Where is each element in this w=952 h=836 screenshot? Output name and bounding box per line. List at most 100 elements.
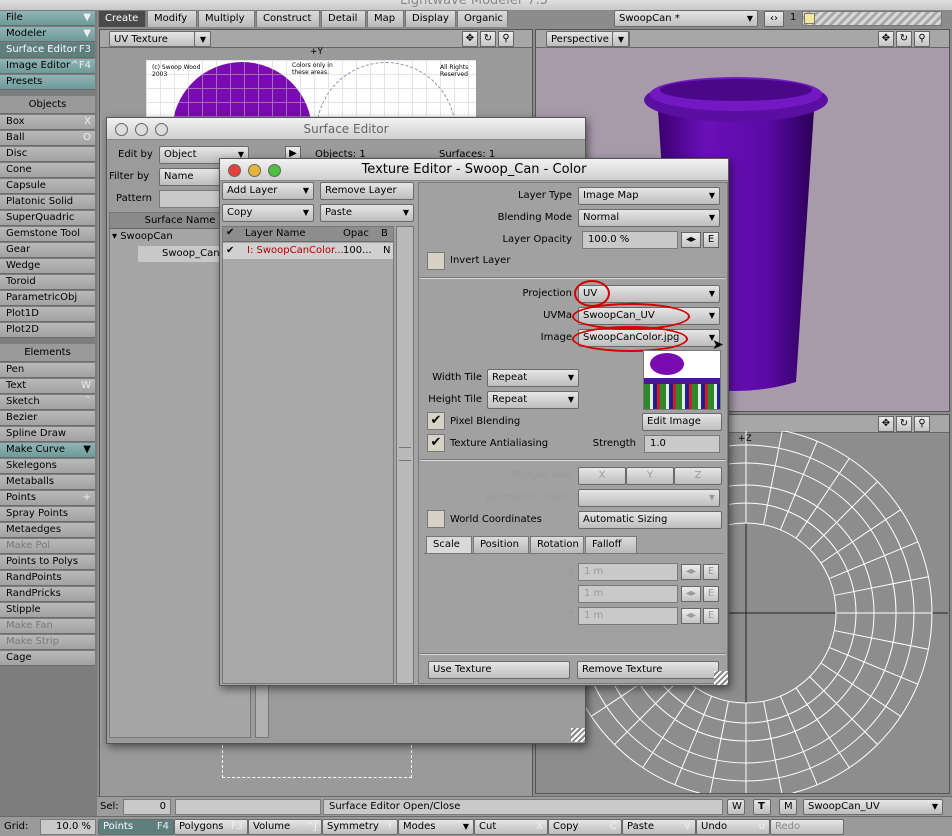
subtab-rotation[interactable]: Rotation — [530, 536, 584, 553]
tool-gemstone-tool[interactable]: Gemstone Tool — [0, 227, 95, 242]
tool-skelegons[interactable]: Skelegons — [0, 459, 95, 474]
tool-superquadric[interactable]: SuperQuadric — [0, 211, 95, 226]
scale-y-input[interactable]: 1 m — [578, 585, 678, 603]
file-menu[interactable]: File ▼ — [0, 11, 95, 26]
tool-randpricks[interactable]: RandPricks — [0, 587, 95, 602]
invert-layer-checkbox[interactable] — [427, 252, 445, 270]
morph-map-button[interactable]: M — [779, 799, 797, 815]
envelope-button[interactable]: E — [703, 564, 719, 580]
minimize-icon[interactable] — [135, 123, 148, 136]
paste-button[interactable]: Paste — [320, 204, 414, 222]
tool-metaedges[interactable]: Metaedges — [0, 523, 95, 538]
close-icon[interactable] — [115, 123, 128, 136]
tab-multiply[interactable]: Multiply — [198, 10, 255, 27]
minimize-icon[interactable] — [248, 164, 261, 177]
resize-grip-icon[interactable] — [714, 671, 728, 685]
resize-grip-icon[interactable] — [571, 728, 585, 742]
tool-make-pol[interactable]: Make Pol — [0, 539, 95, 554]
bottom-cut-button[interactable]: Cut X — [474, 819, 548, 835]
tool-ball[interactable]: Ball O — [0, 131, 95, 146]
tool-metaballs[interactable]: Metaballs — [0, 475, 95, 490]
copy-button[interactable]: Copy — [222, 204, 314, 222]
layer-enabled-icon[interactable]: ✔ — [226, 243, 234, 259]
vertex-map-select[interactable]: SwoopCan_UV — [803, 799, 943, 815]
tool-spline-draw[interactable]: Spline Draw — [0, 427, 95, 442]
tab-display[interactable]: Display — [405, 10, 456, 27]
layer-list-scrollbar[interactable] — [396, 226, 414, 684]
remove-texture-button[interactable]: Remove Texture — [577, 661, 719, 679]
rotate-view-icon[interactable]: ↻ — [896, 416, 912, 432]
layer-bank[interactable] — [802, 11, 942, 26]
tool-spray-points[interactable]: Spray Points — [0, 507, 95, 522]
tool-pen[interactable]: Pen — [0, 363, 95, 378]
width-tile-select[interactable]: Repeat — [487, 369, 579, 387]
tool-points-to-polys[interactable]: Points to Polys — [0, 555, 95, 570]
texture-antialiasing-checkbox[interactable]: ✔ — [427, 434, 445, 452]
axis-y-button[interactable]: Y — [626, 467, 674, 485]
envelope-button[interactable]: E — [703, 608, 719, 624]
slider-arrows-icon[interactable]: ◂▸ — [681, 586, 701, 602]
texture-editor-titlebar[interactable]: Texture Editor - Swoop_Can - Color — [220, 159, 728, 181]
tool-make-curve[interactable]: Make Curve ▼ — [0, 443, 95, 458]
automatic-sizing-button[interactable]: Automatic Sizing — [578, 511, 722, 529]
surface-editor-button[interactable]: Surface Editor F3 — [0, 43, 95, 58]
tool-bezier[interactable]: Bezier — [0, 411, 95, 426]
height-tile-select[interactable]: Repeat — [487, 391, 579, 409]
add-layer-button[interactable]: Add Layer — [222, 182, 314, 200]
bottom-points-button[interactable]: Points F4 — [98, 819, 174, 835]
zoom-icon[interactable] — [268, 164, 281, 177]
prev-next-layer-icon[interactable]: ‹› — [764, 11, 784, 27]
edit-image-button[interactable]: Edit Image — [642, 413, 722, 431]
tool-points[interactable]: Points + — [0, 491, 95, 506]
layer-opacity-input[interactable]: 100.0 % — [582, 231, 678, 249]
object-selector[interactable]: SwoopCan * — [614, 10, 758, 27]
subtab-scale[interactable]: Scale — [426, 536, 472, 553]
envelope-button[interactable]: E — [703, 232, 719, 248]
reference-object-select[interactable] — [578, 489, 720, 507]
tab-map[interactable]: Map — [367, 10, 404, 27]
bottom-paste-button[interactable]: Paste V — [622, 819, 696, 835]
subtab-falloff[interactable]: Falloff — [585, 536, 637, 553]
slider-arrows-icon[interactable]: ◂▸ — [681, 564, 701, 580]
tree-root-item[interactable]: ▾ SwoopCan — [112, 229, 173, 245]
surface-editor-titlebar[interactable]: Surface Editor — [107, 118, 585, 140]
tool-sketch[interactable]: Sketch ` — [0, 395, 95, 410]
use-texture-button[interactable]: Use Texture — [428, 661, 570, 679]
bottom-modes-button[interactable]: Modes — [398, 819, 474, 835]
bottom-volume-button[interactable]: Volume ^J — [248, 819, 322, 835]
tool-make-fan[interactable]: Make Fan — [0, 619, 95, 634]
perspective-view-options[interactable] — [612, 31, 629, 47]
envelope-button[interactable]: E — [703, 586, 719, 602]
tab-modify[interactable]: Modify — [147, 10, 197, 27]
tool-cage[interactable]: Cage — [0, 651, 95, 666]
move-view-icon[interactable]: ✥ — [462, 31, 478, 47]
move-view-icon[interactable]: ✥ — [878, 31, 894, 47]
move-view-icon[interactable]: ✥ — [878, 416, 894, 432]
image-editor-button[interactable]: Image Editor ^F4 — [0, 59, 95, 74]
zoom-view-icon[interactable]: ⚲ — [498, 31, 514, 47]
tool-cone[interactable]: Cone — [0, 163, 95, 178]
tool-capsule[interactable]: Capsule — [0, 179, 95, 194]
tool-wedge[interactable]: Wedge — [0, 259, 95, 274]
tab-detail[interactable]: Detail — [321, 10, 366, 27]
tab-create[interactable]: Create — [98, 10, 146, 27]
tool-toroid[interactable]: Toroid — [0, 275, 95, 290]
scale-x-input[interactable]: 1 m — [578, 563, 678, 581]
close-icon[interactable] — [228, 164, 241, 177]
zoom-icon[interactable] — [155, 123, 168, 136]
texture-map-button[interactable]: T — [753, 799, 771, 815]
rotate-view-icon[interactable]: ↻ — [896, 31, 912, 47]
tool-box[interactable]: Box X — [0, 115, 95, 130]
tool-platonic-solid[interactable]: Platonic Solid — [0, 195, 95, 210]
zoom-view-icon[interactable]: ⚲ — [914, 416, 930, 432]
world-coordinates-checkbox[interactable] — [427, 510, 445, 528]
tool-parametricobj[interactable]: ParametricObj — [0, 291, 95, 306]
uv-view-options[interactable] — [194, 31, 211, 47]
tool-stipple[interactable]: Stipple — [0, 603, 95, 618]
bottom-undo-button[interactable]: Undo u — [696, 819, 770, 835]
rotate-view-icon[interactable]: ↻ — [480, 31, 496, 47]
tool-randpoints[interactable]: RandPoints — [0, 571, 95, 586]
slider-arrows-icon[interactable]: ◂▸ — [681, 608, 701, 624]
axis-x-button[interactable]: X — [578, 467, 626, 485]
bottom-symmetry-button[interactable]: Symmetry Y — [322, 819, 398, 835]
